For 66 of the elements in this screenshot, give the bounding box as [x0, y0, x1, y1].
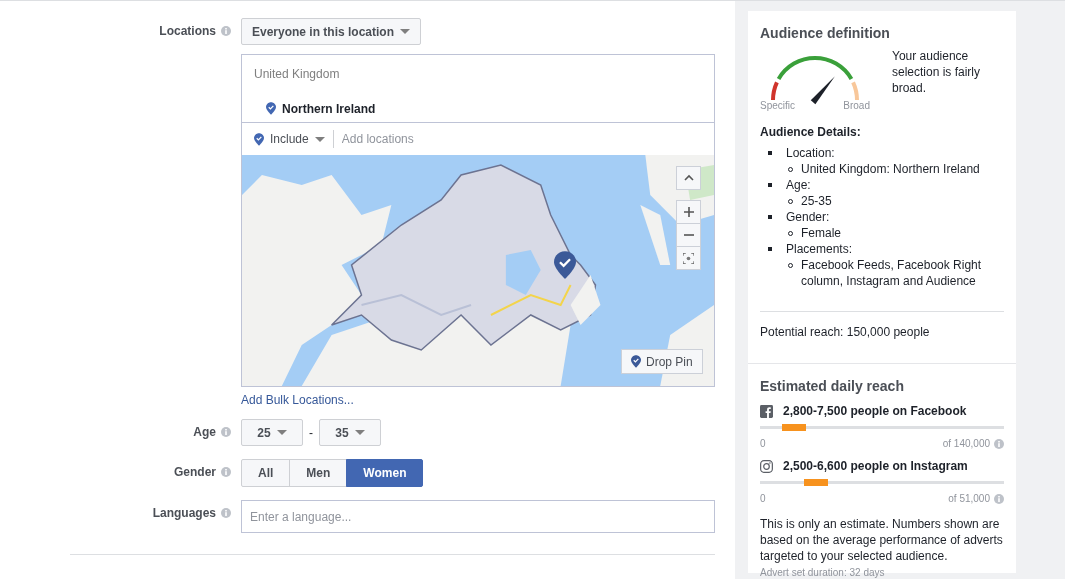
detail-value: Facebook Feeds, Facebook Right column, Instagram and Audience [801, 257, 983, 289]
pan-up-button[interactable] [676, 166, 701, 190]
age-max-dropdown[interactable]: 35 [319, 419, 381, 446]
reach-estimate: 2,500-6,600 people on Instagram [783, 459, 968, 473]
include-dropdown[interactable]: Include [242, 130, 334, 148]
plus-icon [683, 207, 694, 217]
info-icon[interactable] [994, 493, 1004, 504]
recenter-icon [683, 252, 694, 264]
caret-icon [354, 430, 365, 435]
potential-reach: Potential reach: 150,000 people [760, 325, 931, 339]
detail-value: United Kingdom: Northern Ireland [801, 161, 980, 177]
info-icon[interactable] [221, 427, 231, 437]
zoom-out-button[interactable] [676, 223, 701, 247]
country-label: United Kingdom [253, 66, 341, 83]
bullet-icon [768, 215, 772, 219]
info-icon[interactable] [994, 438, 1004, 449]
info-icon[interactable] [221, 467, 231, 477]
language-field[interactable]: Enter a language... [241, 500, 715, 533]
reach-estimate: 2,800-7,500 people on Facebook [783, 404, 967, 418]
gender-option[interactable]: Men [289, 459, 348, 487]
facebook-icon [760, 404, 773, 418]
drop-pin-button[interactable]: Drop Pin [621, 349, 703, 374]
gender-option[interactable]: All [241, 459, 291, 487]
map-pin-icon[interactable] [554, 251, 576, 279]
detail-label: Gender: [786, 209, 830, 225]
bullet-icon [768, 247, 772, 251]
info-icon[interactable] [221, 508, 231, 518]
audience-summary: Your audience selection is fairly broad. [892, 48, 982, 97]
detail-value: 25-35 [801, 193, 832, 209]
card-title: Estimated daily reach [760, 378, 905, 394]
age-min-dropdown[interactable]: 25 [241, 419, 303, 446]
zoom-in-button[interactable] [676, 200, 701, 224]
gauge-label: Broad [843, 100, 870, 111]
field-label: Gender [174, 465, 216, 479]
caret-up-icon [683, 173, 694, 183]
card-title: Audience definition [760, 25, 891, 41]
scale-max: of 51,000 [948, 493, 990, 504]
gauge-label: Specific [760, 100, 795, 111]
bullet-icon [768, 151, 772, 155]
add-bulk-locations-link[interactable]: Add Bulk Locations... [241, 393, 354, 407]
scale-max: of 140,000 [942, 438, 990, 449]
field-label: Locations [159, 24, 216, 38]
detail-label: Location: [786, 145, 835, 161]
detail-value: Female [801, 225, 841, 241]
scale-min: 0 [760, 438, 766, 449]
detail-label: Age: [786, 177, 811, 193]
field-label: Languages [152, 506, 216, 520]
instagram-icon [760, 459, 773, 473]
info-icon[interactable] [221, 26, 231, 36]
estimate-note: This is only an estimate. Numbers shown are based on the average performance of adverts targeted to your selected audience. [760, 516, 1004, 564]
map-pin-icon [631, 355, 641, 368]
selected-location[interactable]: Northern Ireland [282, 101, 376, 116]
recenter-button[interactable] [676, 246, 701, 270]
field-label: Age [193, 425, 216, 439]
duration-text: Advert set duration: 32 days [760, 567, 886, 578]
caret-icon [400, 29, 411, 34]
gender-option[interactable]: Women [346, 459, 424, 487]
map-pin-icon [266, 102, 276, 115]
scale-min: 0 [760, 493, 766, 504]
bullet-icon [768, 183, 772, 187]
details-title: Audience Details: [760, 125, 862, 139]
map-pin-icon [254, 132, 264, 146]
age-separator: - [309, 425, 313, 440]
detail-label: Placements: [786, 241, 853, 257]
caret-icon [276, 430, 287, 435]
audience-dropdown[interactable]: Everyone in this location [241, 18, 422, 45]
